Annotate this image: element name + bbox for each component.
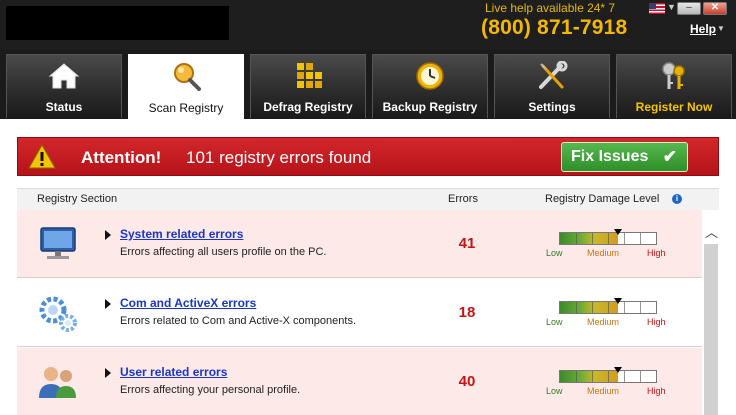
phone-number: (800) 871-7918 <box>481 16 628 39</box>
meter-label-low: Low <box>546 248 563 258</box>
meter-label-low: Low <box>546 386 563 396</box>
close-button[interactable]: ✕ <box>703 2 727 15</box>
tab-label: Status <box>45 100 83 114</box>
com-activex-errors-link[interactable]: Com and ActiveX errors <box>120 296 256 310</box>
column-header-damage: Registry Damage Level <box>545 193 660 205</box>
meter-label-medium: Medium <box>587 248 620 258</box>
minimize-button[interactable]: – <box>677 2 701 15</box>
meter-label-high: High <box>647 248 666 258</box>
column-header-errors: Errors <box>448 193 478 205</box>
tab-scan-registry[interactable]: Scan Registry <box>128 54 244 119</box>
expand-arrow-icon[interactable] <box>105 230 111 240</box>
clock-icon <box>416 62 444 90</box>
tab-bar: Status Scan Registry Defrag Registry Bac… <box>0 50 736 119</box>
table-header: Registry Section Errors Registry Damage … <box>17 188 719 210</box>
tab-register-now[interactable]: Register Now <box>616 54 732 118</box>
warning-icon <box>28 144 56 169</box>
meter-label-high: High <box>647 386 666 396</box>
meter-label-low: Low <box>546 317 563 327</box>
meter-label-medium: Medium <box>587 317 620 327</box>
scan-registry-panel: Attention! 101 registry errors found Fix… <box>0 119 736 415</box>
error-count: 41 <box>458 235 476 252</box>
info-icon[interactable]: i <box>672 194 682 204</box>
house-icon <box>48 63 80 89</box>
tab-label: Scan Registry <box>148 101 224 115</box>
checkmark-icon: ✔ <box>662 147 677 166</box>
expand-arrow-icon[interactable] <box>105 299 111 309</box>
us-flag-icon[interactable] <box>649 3 665 14</box>
expand-arrow-icon[interactable] <box>105 368 111 378</box>
tab-defrag-registry[interactable]: Defrag Registry <box>250 54 366 118</box>
meter-label-medium: Medium <box>587 386 620 396</box>
row-description: Errors affecting your personal profile. <box>120 384 301 396</box>
live-help-text: Live help available 24* 7 <box>485 1 616 15</box>
table-row: User related errors Errors affecting you… <box>17 348 702 415</box>
gears-icon <box>39 296 77 332</box>
damage-meter <box>559 367 657 383</box>
damage-meter <box>559 229 657 245</box>
user-errors-link[interactable]: User related errors <box>120 365 227 379</box>
blocks-icon <box>297 63 322 88</box>
error-count: 40 <box>458 373 476 390</box>
wrench-screwdriver-icon <box>539 61 568 89</box>
errors-found-message: 101 registry errors found <box>186 148 372 167</box>
error-count: 18 <box>458 304 476 321</box>
monitor-icon <box>40 227 76 259</box>
row-description: Errors affecting all users profile on th… <box>120 246 327 258</box>
table-row: System related errors Errors affecting a… <box>17 210 702 278</box>
registry-error-list: System related errors Errors affecting a… <box>17 210 702 415</box>
tab-label: Defrag Registry <box>263 100 353 114</box>
scrollbar[interactable]: ︿ <box>703 210 719 415</box>
fix-issues-label: Fix Issues <box>571 148 649 165</box>
chevron-down-icon[interactable]: ▼ <box>717 24 725 33</box>
tab-label: Register Now <box>635 100 713 114</box>
chevron-up-icon[interactable]: ︿ <box>705 222 718 241</box>
tab-status[interactable]: Status <box>6 54 122 118</box>
title-bar: Live help available 24* 7 (800) 871-7918… <box>0 0 736 50</box>
system-errors-link[interactable]: System related errors <box>120 227 243 241</box>
chevron-down-icon[interactable]: ▼ <box>667 2 676 12</box>
help-menu[interactable]: Help <box>690 22 716 36</box>
fix-issues-button[interactable]: Fix Issues ✔ <box>561 142 688 172</box>
attention-label: Attention! <box>81 148 162 167</box>
tab-label: Backup Registry <box>382 100 478 114</box>
tab-label: Settings <box>528 100 576 114</box>
row-description: Errors related to Com and Active-X compo… <box>120 315 356 327</box>
column-header-section: Registry Section <box>37 193 118 205</box>
magnifier-icon <box>174 63 201 91</box>
app-logo <box>6 6 229 40</box>
meter-label-high: High <box>647 317 666 327</box>
table-row: Com and ActiveX errors Errors related to… <box>17 279 702 347</box>
attention-banner: Attention! 101 registry errors found Fix… <box>17 137 719 176</box>
scrollbar-thumb[interactable] <box>704 244 718 415</box>
damage-meter <box>559 298 657 314</box>
tab-backup-registry[interactable]: Backup Registry <box>372 54 488 118</box>
users-icon <box>39 367 76 398</box>
tab-settings[interactable]: Settings <box>494 54 610 118</box>
keys-icon <box>662 62 685 89</box>
